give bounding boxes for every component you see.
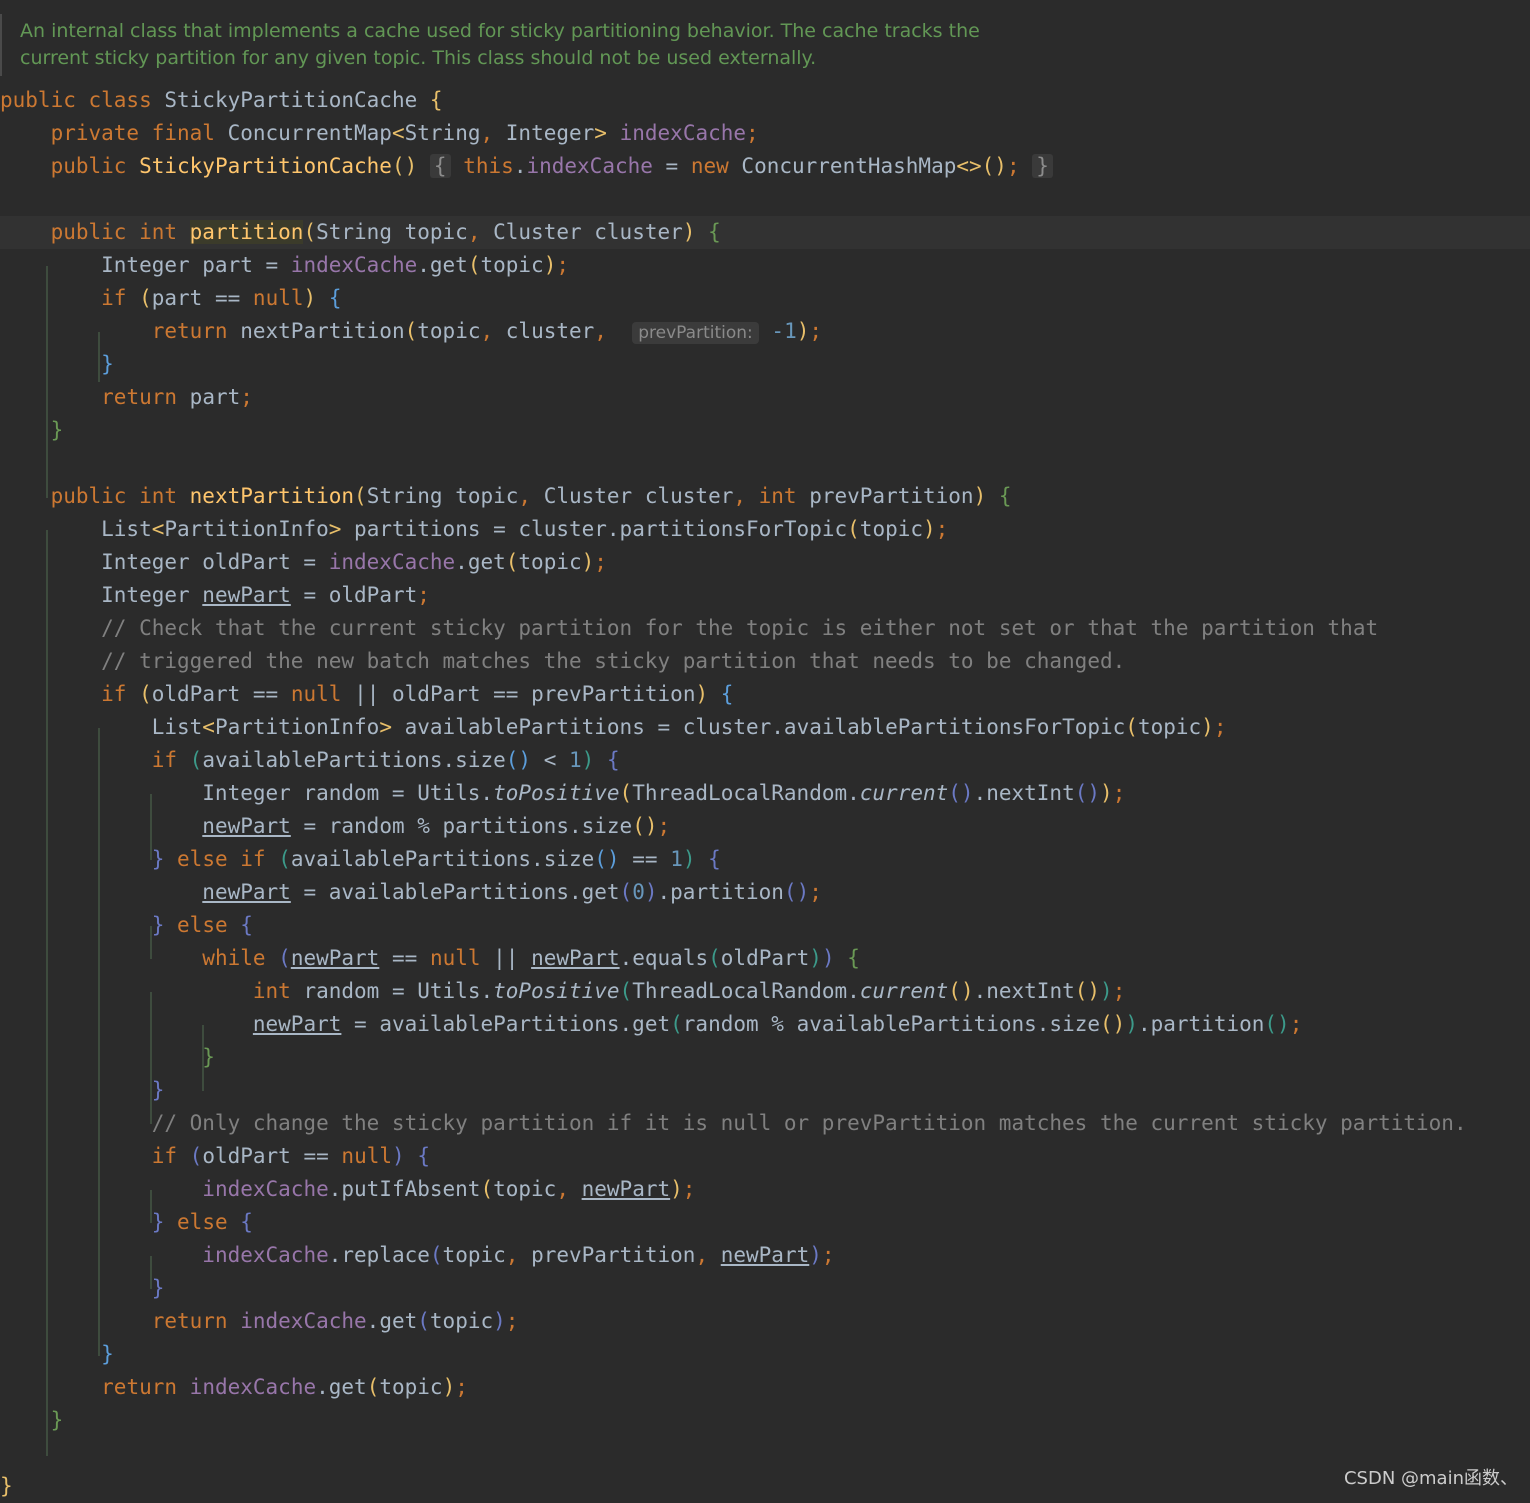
- code-line: return indexCache.get(topic);: [101, 1375, 468, 1399]
- watermark: CSDN @main函数、: [1343, 1468, 1518, 1489]
- code-line: if (part == null) {: [101, 286, 342, 310]
- code-line: } else {: [151, 1210, 253, 1234]
- code-line: Integer oldPart = indexCache.get(topic);: [0, 550, 607, 574]
- code-line-current: public int partition(String topic, Clust…: [0, 216, 1530, 249]
- code-comment: // Check that the current sticky partiti…: [101, 616, 1379, 640]
- code-line: private final ConcurrentMap<String, Inte…: [50, 121, 759, 145]
- code-line: }: [50, 418, 64, 442]
- code-line: // triggered the new batch matches the s…: [0, 645, 1530, 678]
- code-line: Integer newPart = oldPart;: [0, 583, 430, 607]
- code-line: }: [202, 1045, 215, 1069]
- code-line: // Only change the sticky partition if i…: [0, 1107, 1530, 1140]
- code-line: return indexCache.get(topic);: [151, 1309, 519, 1333]
- code-line: if (availablePartitions.size() < 1) {: [151, 748, 620, 772]
- javadoc-line: An internal class that implements a cach…: [20, 20, 980, 42]
- code-line: newPart = availablePartitions.get(0).par…: [202, 880, 822, 904]
- code-line: public int nextPartition(String topic, C…: [50, 484, 1012, 508]
- code-line: public StickyPartitionCache() { this.ind…: [0, 150, 1530, 183]
- code-editor[interactable]: public class StickyPartitionCache { priv…: [0, 84, 1530, 1503]
- code-line: } else if (availablePartitions.size() ==…: [151, 847, 721, 871]
- code-line: Integer part = indexCache.get(topic);: [0, 253, 569, 277]
- fold-marker[interactable]: {: [429, 154, 451, 178]
- code-line: }: [50, 1408, 64, 1432]
- code-line: int random = Utils.toPositive(ThreadLoca…: [252, 979, 1126, 1003]
- method-name: nextPartition: [189, 484, 355, 508]
- javadoc-comment: An internal class that implements a cach…: [0, 14, 980, 76]
- code-comment: // triggered the new batch matches the s…: [101, 649, 1126, 673]
- code-line: return part;: [101, 385, 253, 409]
- code-line: }: [101, 1342, 114, 1366]
- code-line: newPart = random % partitions.size();: [202, 814, 671, 838]
- code-line: }: [151, 1276, 165, 1300]
- code-line: indexCache.replace(topic, prevPartition,…: [202, 1243, 835, 1267]
- code-line: }: [0, 1474, 13, 1498]
- code-line: }: [101, 352, 114, 376]
- code-line: if (oldPart == null) {: [151, 1144, 430, 1168]
- code-line: public class StickyPartitionCache {: [0, 88, 443, 112]
- code-line: }: [151, 1078, 165, 1102]
- code-line: indexCache.putIfAbsent(topic, newPart);: [202, 1177, 696, 1201]
- code-comment: // Only change the sticky partition if i…: [151, 1111, 1467, 1135]
- code-line: // Check that the current sticky partiti…: [0, 612, 1530, 645]
- parameter-hint: prevPartition:: [632, 322, 759, 344]
- fold-marker[interactable]: }: [1032, 154, 1053, 178]
- code-line: if (oldPart == null || oldPart == prevPa…: [101, 682, 734, 706]
- method-name: partition: [189, 220, 304, 244]
- javadoc-line: current sticky partition for any given t…: [20, 47, 817, 69]
- code-line: Integer random = Utils.toPositive(Thread…: [0, 781, 1126, 805]
- field-name: indexCache: [619, 121, 747, 145]
- code-line: List<PartitionInfo> partitions = cluster…: [0, 517, 949, 541]
- code-line: return nextPartition(topic, cluster, pre…: [151, 319, 823, 344]
- class-name: StickyPartitionCache: [164, 88, 418, 112]
- code-line: while (newPart == null || newPart.equals…: [202, 946, 860, 970]
- code-line: List<PartitionInfo> availablePartitions …: [0, 715, 1227, 739]
- code-line: newPart = availablePartitions.get(random…: [252, 1012, 1303, 1036]
- code-line: } else {: [151, 913, 253, 937]
